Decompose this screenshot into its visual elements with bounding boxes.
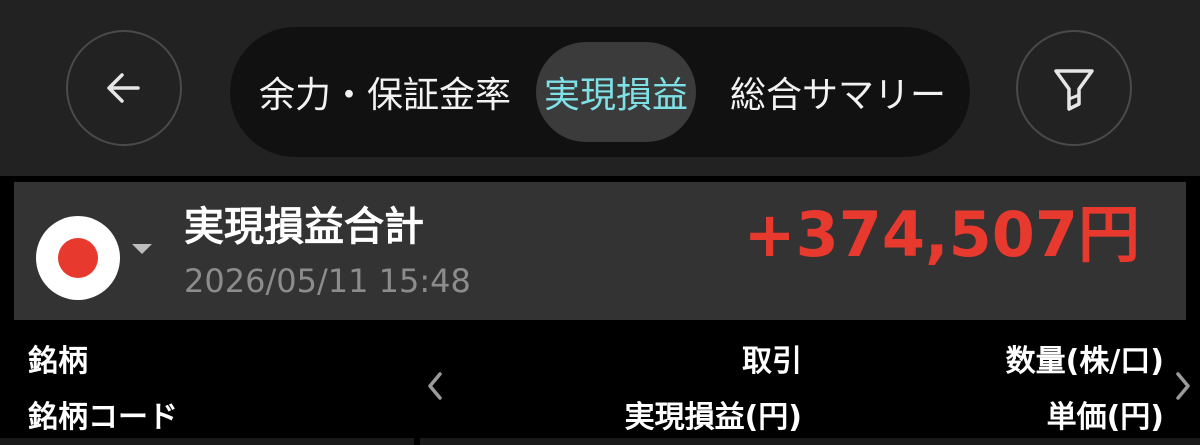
- back-button[interactable]: [66, 30, 182, 146]
- tab-label: 総合サマリー: [729, 75, 946, 116]
- chevron-left-icon: [428, 372, 442, 400]
- japan-flag-icon[interactable]: [36, 216, 120, 300]
- tab-margin-rate[interactable]: 余力・保証金率: [240, 27, 530, 157]
- header-divider: [0, 438, 1200, 445]
- column-header-stock-code: 銘柄コード: [28, 400, 178, 435]
- scroll-columns-right-button[interactable]: [1168, 366, 1198, 406]
- column-header-trade: 取引: [742, 344, 802, 379]
- column-header-quantity: 数量(株/口): [1005, 344, 1164, 379]
- arrow-left-icon: [107, 73, 140, 103]
- tab-label: 実現損益: [543, 75, 688, 116]
- scroll-columns-left-button[interactable]: [420, 366, 450, 406]
- chevron-right-icon: [1176, 372, 1190, 400]
- caret-down-icon[interactable]: [132, 244, 152, 254]
- funnel-icon: [1054, 69, 1094, 111]
- tab-label: 余力・保証金率: [258, 75, 511, 116]
- flag-sun: [58, 238, 98, 278]
- column-header-realized-pl: 実現損益(円): [624, 400, 802, 435]
- tab-realized-pl[interactable]: 実現損益: [536, 27, 696, 157]
- tab-total-summary[interactable]: 総合サマリー: [710, 27, 966, 157]
- column-header-stock: 銘柄: [28, 344, 88, 379]
- top-header: 余力・保証金率 実現損益 総合サマリー: [0, 0, 1200, 176]
- table-column-header: 銘柄 銘柄コード 取引 実現損益(円) 数量(株/口) 単価(円): [0, 320, 1200, 445]
- column-divider: [414, 438, 420, 445]
- realized-pl-screen: 余力・保証金率 実現損益 総合サマリー 実現損益合計 2026/05/11 15…: [0, 0, 1200, 445]
- summary-title: 実現損益合計: [184, 204, 424, 250]
- summary-amount: +374,507円: [743, 198, 1140, 271]
- filter-button[interactable]: [1016, 30, 1132, 146]
- summary-timestamp: 2026/05/11 15:48: [184, 262, 471, 300]
- segmented-tab-bar: 余力・保証金率 実現損益 総合サマリー: [230, 27, 970, 157]
- realized-pl-summary-card: 実現損益合計 2026/05/11 15:48 +374,507円: [14, 182, 1186, 320]
- column-header-unit-price: 単価(円): [1046, 400, 1164, 435]
